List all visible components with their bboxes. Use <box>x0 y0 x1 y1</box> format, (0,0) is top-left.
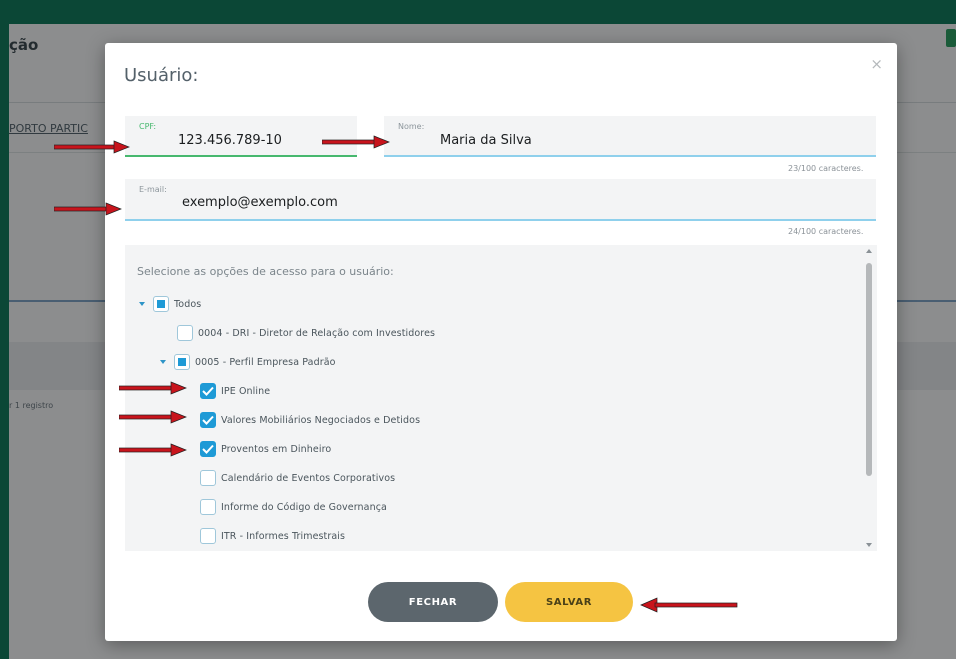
name-char-count: 23/100 caracteres. <box>788 164 864 173</box>
close-button[interactable]: FECHAR <box>368 582 498 622</box>
tree-item-ipe-online[interactable]: IPE Online <box>200 381 270 401</box>
scroll-up-icon[interactable] <box>866 249 872 253</box>
tree-item-label: 0004 - DRI - Diretor de Relação com Inve… <box>198 327 436 339</box>
checkmark-icon <box>202 386 214 396</box>
name-value: Maria da Silva <box>440 133 532 148</box>
tree-item-label: Informe do Código de Governança <box>221 501 387 513</box>
checkbox-checked[interactable] <box>200 441 216 457</box>
name-label: Nome: <box>398 122 425 131</box>
save-button[interactable]: SALVAR <box>505 582 633 622</box>
checkbox-partial[interactable] <box>174 354 190 370</box>
scrollbar[interactable] <box>866 249 872 547</box>
annotation-arrow-icon <box>322 135 390 149</box>
checkbox-unchecked[interactable] <box>200 499 216 515</box>
tree-item-label: Calendário de Eventos Corporativos <box>221 472 396 484</box>
cpf-label: CPF: <box>139 122 157 131</box>
name-field[interactable]: Nome: Maria da Silva <box>384 116 876 157</box>
annotation-arrow-icon <box>640 597 738 613</box>
tree-item-label: 0005 - Perfil Empresa Padrão <box>195 356 336 368</box>
tree-item-label: ITR - Informes Trimestrais <box>221 530 346 542</box>
tree-item-label: Proventos em Dinheiro <box>221 443 332 455</box>
checkbox-unchecked[interactable] <box>200 528 216 544</box>
annotation-arrow-icon <box>54 202 122 216</box>
checkbox-checked[interactable] <box>200 383 216 399</box>
expand-caret-icon[interactable] <box>139 302 145 306</box>
close-icon[interactable]: × <box>870 55 883 73</box>
tree-item-label: Valores Mobiliários Negociados e Detidos <box>221 414 421 426</box>
access-options-panel: Selecione as opções de acesso para o usu… <box>125 245 877 551</box>
annotation-arrow-icon <box>119 443 187 457</box>
checkbox-unchecked[interactable] <box>200 470 216 486</box>
expand-caret-icon[interactable] <box>160 360 166 364</box>
modal-title: Usuário: <box>124 65 199 86</box>
annotation-arrow-icon <box>119 381 187 395</box>
checkmark-icon <box>202 444 214 454</box>
email-field[interactable]: E-mail: exemplo@exemplo.com <box>125 179 876 221</box>
tree-item-valores-mobiliarios[interactable]: Valores Mobiliários Negociados e Detidos <box>200 410 420 430</box>
scrollbar-thumb[interactable] <box>866 263 872 476</box>
access-options-title: Selecione as opções de acesso para o usu… <box>137 265 394 278</box>
user-modal: × Usuário: CPF: 123.456.789-10 Nome: Mar… <box>105 43 897 641</box>
cpf-value: 123.456.789-10 <box>178 133 282 148</box>
checkbox-partial[interactable] <box>153 296 169 312</box>
email-value: exemplo@exemplo.com <box>182 195 338 210</box>
annotation-arrow-icon <box>54 140 130 154</box>
checkbox-unchecked[interactable] <box>177 325 193 341</box>
tree-item-calendario[interactable]: Calendário de Eventos Corporativos <box>200 468 395 488</box>
scroll-down-icon[interactable] <box>866 543 872 547</box>
annotation-arrow-icon <box>119 410 187 424</box>
tree-item-proventos[interactable]: Proventos em Dinheiro <box>200 439 331 459</box>
tree-item-perfil-padrao[interactable]: 0005 - Perfil Empresa Padrão <box>160 352 336 372</box>
checkmark-icon <box>202 415 214 425</box>
email-char-count: 24/100 caracteres. <box>788 227 864 236</box>
email-label: E-mail: <box>139 185 167 194</box>
tree-item-itr[interactable]: ITR - Informes Trimestrais <box>200 526 345 546</box>
tree-item-label: Todos <box>174 298 202 310</box>
tree-item-governanca[interactable]: Informe do Código de Governança <box>200 497 387 517</box>
tree-item-todos[interactable]: Todos <box>139 294 201 314</box>
tree-item-label: IPE Online <box>221 385 271 397</box>
checkbox-checked[interactable] <box>200 412 216 428</box>
tree-item-dri[interactable]: 0004 - DRI - Diretor de Relação com Inve… <box>177 323 435 343</box>
